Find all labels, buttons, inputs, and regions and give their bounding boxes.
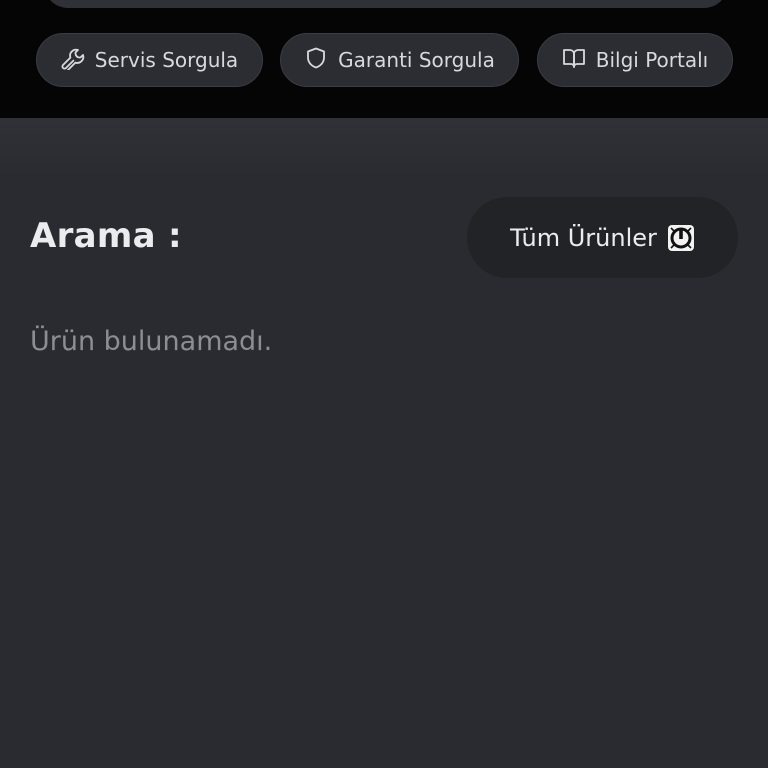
warranty-query-button[interactable]: Garanti Sorgula	[280, 33, 519, 87]
page-title: Arama :	[30, 216, 182, 256]
top-bar: Servis Sorgula Garanti Sorgula Bilgi Por…	[0, 0, 768, 118]
knowledge-portal-label: Bilgi Portalı	[595, 48, 709, 72]
service-query-button[interactable]: Servis Sorgula	[36, 33, 263, 87]
search-bar[interactable]	[44, 0, 728, 8]
empty-results-message: Ürün bulunamadı.	[30, 326, 273, 357]
quick-links: Servis Sorgula Garanti Sorgula Bilgi Por…	[0, 33, 768, 89]
all-products-label: Tüm Ürünler	[510, 223, 657, 252]
search-results-panel: Arama : Tüm Ürünler Ürün bulunamadı.	[0, 118, 768, 768]
knowledge-portal-button[interactable]: Bilgi Portalı	[537, 33, 733, 87]
book-open-icon	[562, 46, 586, 75]
shield-icon	[304, 46, 328, 75]
all-products-button[interactable]: Tüm Ürünler	[467, 197, 738, 278]
service-query-label: Servis Sorgula	[94, 48, 239, 72]
warranty-query-label: Garanti Sorgula	[338, 48, 495, 72]
wrench-icon	[61, 46, 85, 75]
power-icon	[667, 224, 695, 252]
